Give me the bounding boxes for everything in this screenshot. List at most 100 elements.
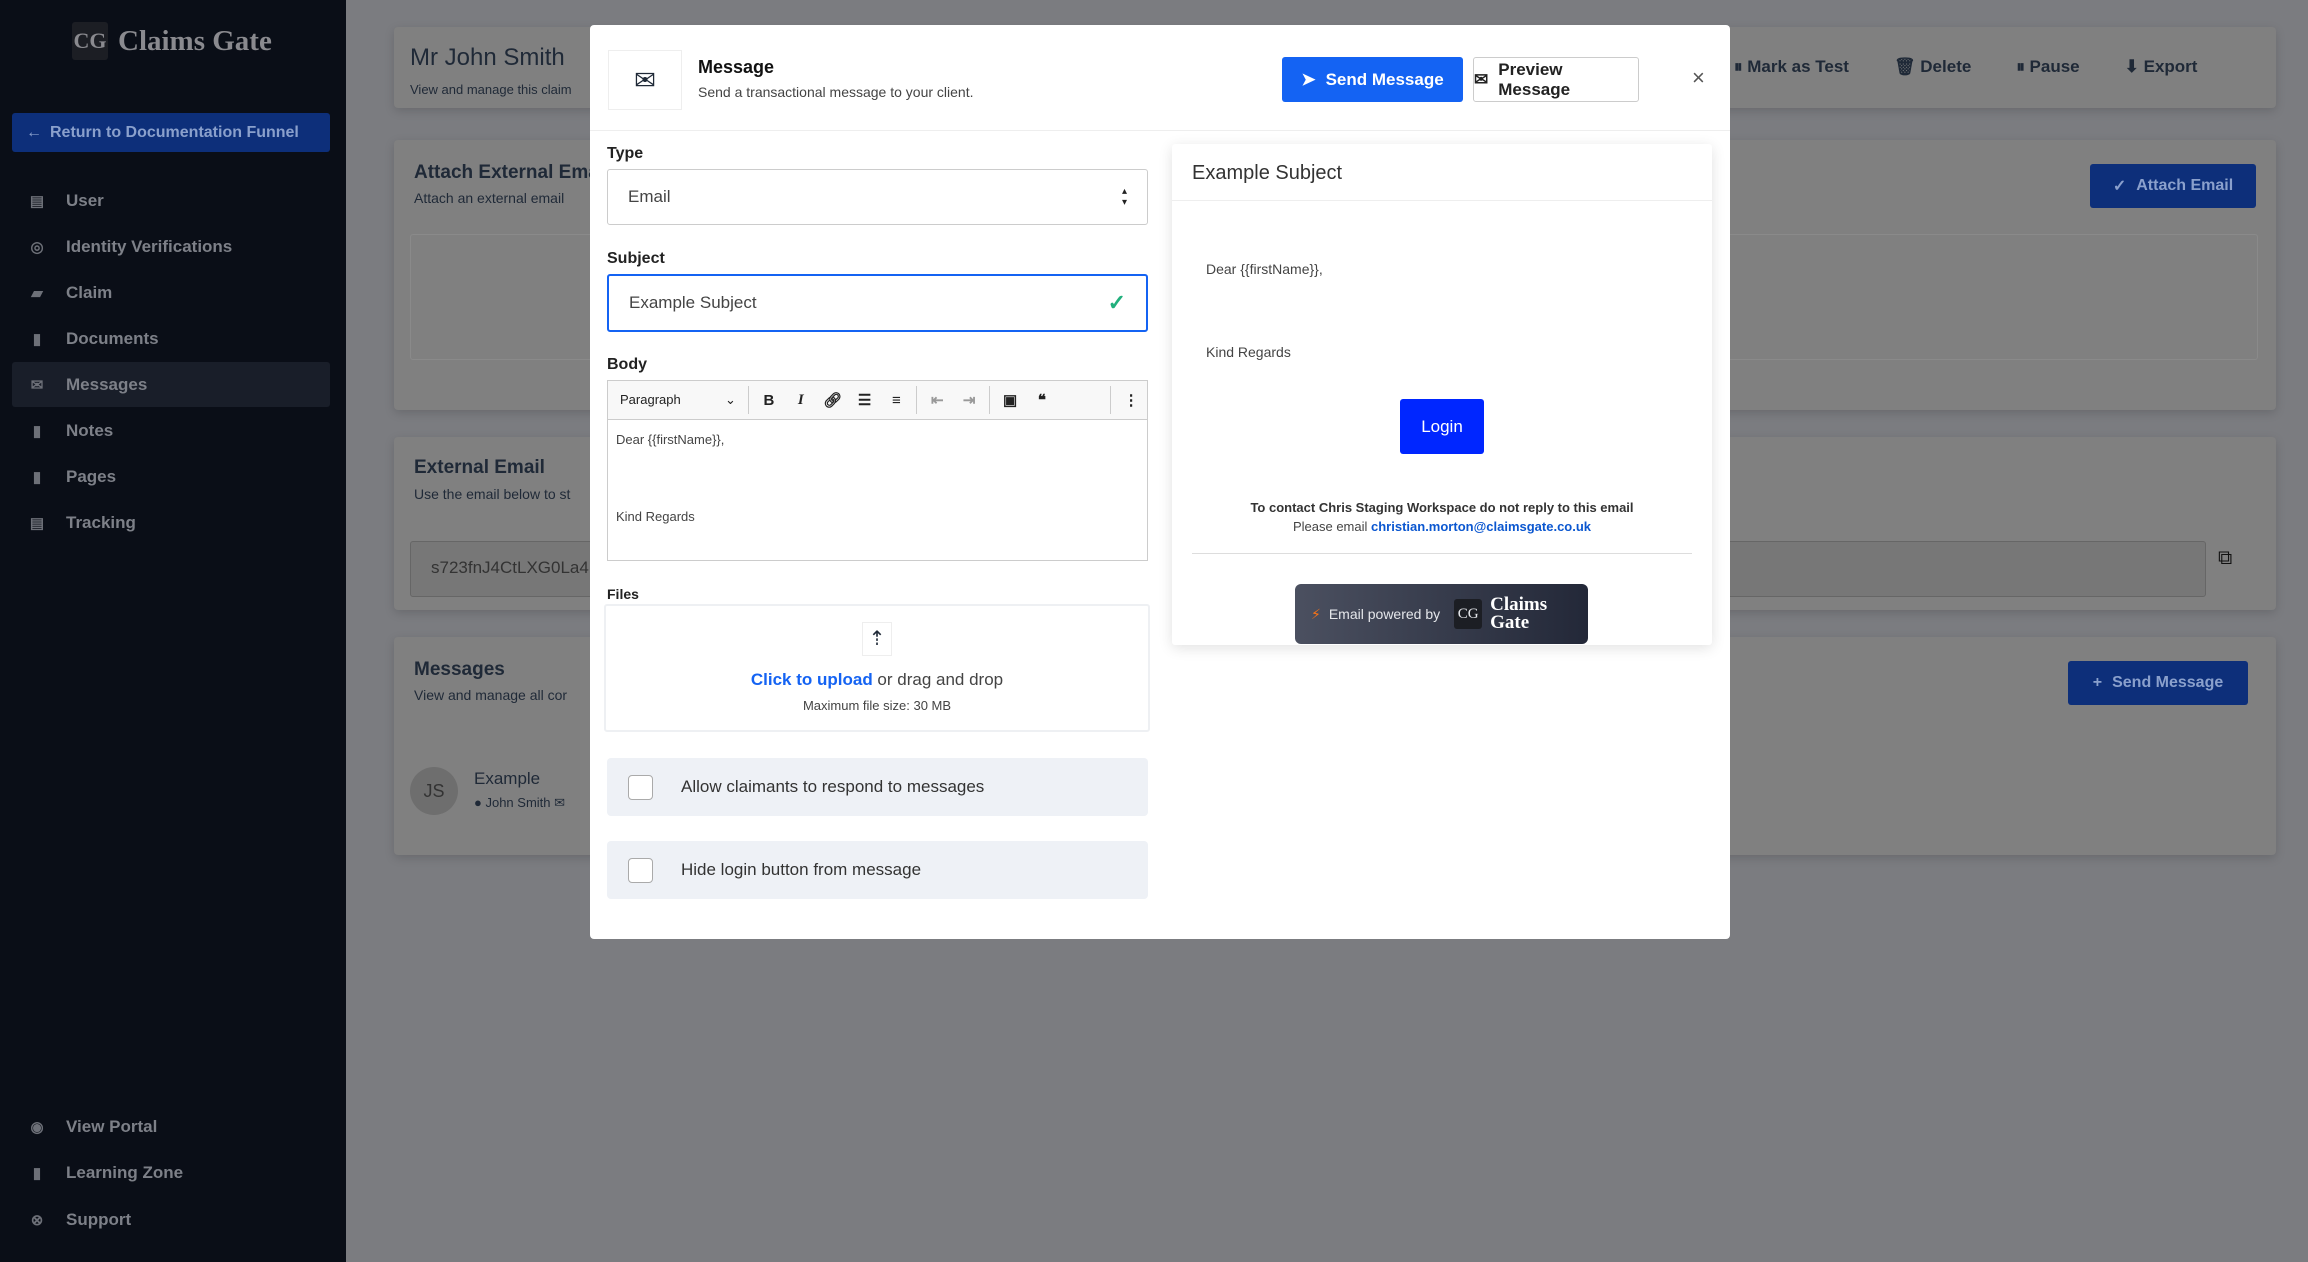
globe-icon: ◉ bbox=[30, 1118, 44, 1136]
sidebar-item-label: Documents bbox=[66, 328, 159, 348]
preview-login-button[interactable]: Login bbox=[1400, 399, 1484, 454]
sidebar-item-identity-verifications[interactable]: ◎ Identity Verifications bbox=[12, 224, 330, 269]
message-item-title[interactable]: Example bbox=[474, 769, 540, 789]
clipboard-icon: ▮ bbox=[32, 422, 42, 440]
arrow-left-icon: ← bbox=[26, 123, 42, 141]
avatar: JS bbox=[410, 767, 458, 815]
sidebar-item-tracking[interactable]: ▤ Tracking bbox=[12, 500, 330, 545]
copy-icon[interactable]: ⧉ bbox=[2218, 547, 2232, 570]
drag-drop-text: or drag and drop bbox=[872, 670, 1004, 689]
numbered-list-icon[interactable]: ≡ bbox=[880, 392, 912, 409]
claim-subtitle: View and manage this claim bbox=[410, 82, 572, 97]
hide-login-row[interactable]: Hide login button from message bbox=[607, 841, 1148, 899]
sidebar-item-label: View Portal bbox=[66, 1116, 158, 1136]
italic-icon[interactable]: I bbox=[785, 392, 817, 409]
type-select[interactable]: Email ▴ ▾ bbox=[607, 169, 1148, 225]
allow-respond-label: Allow claimants to respond to messages bbox=[681, 777, 985, 796]
message-item-author: ● John Smith ✉ bbox=[474, 795, 566, 810]
hide-login-label: Hide login button from message bbox=[681, 860, 922, 879]
send-message-bg-button[interactable]: + Send Message bbox=[2068, 661, 2248, 705]
powered-by-badge[interactable]: ⚡︎ Email powered by CG Claims Gate bbox=[1295, 584, 1588, 644]
files-label: Files bbox=[607, 586, 639, 602]
export-button[interactable]: ⬇ Export bbox=[2125, 57, 2198, 77]
mark-as-test-button[interactable]: ⏸ Mark as Test bbox=[1734, 57, 1849, 77]
preview-greeting: Dear {{firstName}}, bbox=[1206, 261, 1323, 277]
indent-icon[interactable]: ⇥ bbox=[953, 391, 985, 409]
send-message-button[interactable]: ➤ Send Message bbox=[1282, 57, 1463, 102]
folder-open-icon: ▰ bbox=[31, 284, 43, 302]
preview-contact-text: To contact Chris Staging Workspace do no… bbox=[1250, 500, 1634, 515]
header-divider bbox=[590, 130, 1730, 131]
preview-footer-divider bbox=[1192, 553, 1692, 554]
editor-toolbar: Paragraph ⌄ B I 🔗︎ ☰ ≡ ⇤ ⇥ ▣ ❝ ⋮ bbox=[607, 380, 1148, 420]
more-options-icon[interactable]: ⋮ bbox=[1115, 391, 1147, 409]
bolt-icon: ⚡︎ bbox=[1311, 605, 1321, 622]
allow-respond-row[interactable]: Allow claimants to respond to messages bbox=[607, 758, 1148, 816]
sidebar-item-messages[interactable]: ✉ Messages bbox=[12, 362, 330, 407]
close-icon[interactable]: × bbox=[1692, 65, 1705, 91]
envelope-icon: ✉ bbox=[30, 376, 44, 394]
modal-title: Message bbox=[698, 57, 775, 77]
file-dropzone[interactable]: ⇡ Click to upload or drag and drop Maxim… bbox=[604, 604, 1150, 732]
claims-gate-logo-icon: CG bbox=[1454, 599, 1483, 629]
fingerprint-icon: ◎ bbox=[30, 238, 44, 256]
sidebar-item-view-portal[interactable]: ◉ View Portal bbox=[12, 1104, 330, 1149]
attach-email-button[interactable]: ✓ Attach Email bbox=[2090, 164, 2256, 208]
click-to-upload-link[interactable]: Click to upload bbox=[751, 670, 873, 689]
life-ring-icon: ⊗ bbox=[30, 1211, 44, 1229]
hide-login-checkbox[interactable] bbox=[628, 857, 653, 883]
sidebar-item-pages[interactable]: ▮ Pages bbox=[12, 454, 330, 499]
paper-plane-icon: ➤ bbox=[1301, 69, 1316, 89]
type-label: Type bbox=[607, 145, 644, 162]
check-icon: ✓ bbox=[1107, 290, 1126, 315]
sidebar-item-label: Learning Zone bbox=[66, 1162, 184, 1182]
sidebar-item-claim[interactable]: ▰ Claim bbox=[12, 270, 330, 315]
return-to-funnel-button[interactable]: ← Return to Documentation Funnel bbox=[12, 113, 330, 152]
body-label: Body bbox=[607, 356, 647, 373]
link-icon[interactable]: 🔗︎ bbox=[817, 391, 849, 409]
external-title: External Email bbox=[414, 457, 545, 478]
brand-name: Claims Gate bbox=[118, 24, 272, 57]
delete-button[interactable]: 🗑 Delete bbox=[1894, 57, 1971, 77]
plus-icon: + bbox=[2092, 674, 2103, 691]
sidebar-item-documents[interactable]: ▮ Documents bbox=[12, 316, 330, 361]
pause-button[interactable]: ⏸ Pause bbox=[2016, 57, 2079, 77]
sidebar-item-user[interactable]: ▤ User bbox=[12, 178, 330, 223]
preview-subject: Example Subject bbox=[1192, 162, 1343, 184]
external-subtitle: Use the email below to st bbox=[414, 486, 571, 502]
sidebar-item-label: Identity Verifications bbox=[66, 236, 233, 256]
sidebar-item-learning-zone[interactable]: ▮ Learning Zone bbox=[12, 1150, 330, 1195]
message-modal: ✉ Message Send a transactional message t… bbox=[590, 25, 1730, 939]
sidebar-item-label: Notes bbox=[66, 420, 114, 440]
allow-respond-checkbox[interactable] bbox=[628, 774, 653, 800]
outdent-icon[interactable]: ⇤ bbox=[921, 391, 953, 409]
preview-message-button[interactable]: ✉ Preview Message bbox=[1473, 57, 1639, 102]
logo-mark-icon: CG bbox=[72, 22, 108, 60]
brand-logo[interactable]: CG Claims Gate bbox=[72, 22, 272, 60]
claim-actions: ⏸ Mark as Test 🗑 Delete ⏸ Pause ⬇ Export bbox=[1734, 57, 2197, 77]
paragraph-select[interactable]: Paragraph ⌄ bbox=[620, 392, 744, 408]
subject-input[interactable]: Example Subject ✓ bbox=[607, 274, 1148, 332]
subject-label: Subject bbox=[607, 250, 665, 267]
sidebar-item-label: Support bbox=[66, 1209, 132, 1229]
sidebar-item-support[interactable]: ⊗ Support bbox=[12, 1197, 330, 1242]
claim-title: Mr John Smith bbox=[410, 44, 565, 71]
sidebar-item-label: User bbox=[66, 190, 104, 210]
preview-please-email: Please email christian.morton@claimsgate… bbox=[1292, 519, 1592, 534]
id-card-icon: ▤ bbox=[29, 192, 45, 210]
book-icon: ▮ bbox=[32, 1164, 42, 1182]
messages-subtitle: View and manage all cor bbox=[414, 687, 568, 703]
cloud-upload-icon: ⇡ bbox=[862, 622, 892, 656]
sidebar-item-notes[interactable]: ▮ Notes bbox=[12, 408, 330, 453]
file-text-icon: ▮ bbox=[32, 330, 42, 348]
body-editor[interactable]: Dear {{firstName}}, Kind Regards bbox=[607, 420, 1148, 561]
blockquote-icon[interactable]: ❝ bbox=[1026, 391, 1058, 409]
image-icon[interactable]: ▣ bbox=[994, 391, 1026, 409]
check-icon: ✓ bbox=[2112, 178, 2127, 195]
sidebar-item-label: Tracking bbox=[66, 512, 136, 532]
bold-icon[interactable]: B bbox=[753, 392, 785, 409]
preview-email-link[interactable]: christian.morton@claimsgate.co.uk bbox=[1371, 519, 1591, 534]
select-arrows-icon: ▴ ▾ bbox=[1121, 186, 1127, 208]
bulleted-list-icon[interactable]: ☰ bbox=[849, 391, 881, 409]
sidebar-item-label: Claim bbox=[66, 282, 113, 302]
